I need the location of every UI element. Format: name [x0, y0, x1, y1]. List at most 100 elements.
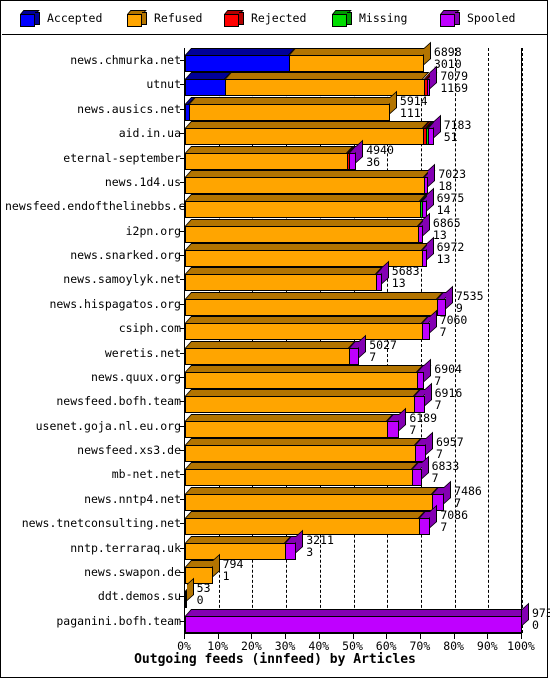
bar-segment-spooled[interactable] — [427, 128, 434, 145]
bar-segment-spooled[interactable] — [422, 323, 430, 340]
x-axis-label: 30% — [274, 639, 296, 653]
legend-item-accepted[interactable]: Accepted — [20, 2, 102, 34]
bar-segment-spooled[interactable] — [349, 348, 360, 365]
bar-top-face — [185, 487, 439, 494]
bar-top-face — [289, 48, 431, 55]
y-axis-label: weretis.net — [104, 346, 181, 361]
bar-segment-refused[interactable] — [185, 396, 415, 413]
bar-side-face — [424, 358, 432, 382]
bar-value-labels: 4940 36 — [366, 144, 394, 168]
bar-segment-spooled[interactable] — [421, 250, 427, 267]
bar-secondary-value: 0 — [532, 618, 539, 632]
bar-segment-refused[interactable] — [185, 201, 420, 218]
bar-segment-refused[interactable] — [185, 469, 413, 486]
chart-row: news.1d4.us 7023 18 — [105, 163, 550, 194]
bar-value-labels: 6957 7 — [436, 436, 464, 460]
legend-label: Accepted — [47, 11, 103, 25]
bar-value-labels: 6865 13 — [433, 217, 461, 241]
bar-segment-refused[interactable] — [185, 226, 419, 243]
legend-item-missing[interactable]: Missing — [332, 2, 407, 34]
bar-value-labels: 794 1 — [223, 558, 244, 582]
chart-row: newsfeed.endofthelinebbs.com 6975 14 — [5, 187, 550, 218]
x-axis-label: 60% — [375, 639, 397, 653]
bar-segment-spooled[interactable] — [387, 421, 400, 438]
bar-top-face — [185, 267, 383, 274]
bar-top-face — [185, 462, 419, 469]
bar-value-labels: 7535 9 — [456, 290, 484, 314]
chart-row: news.samoylyk.net 5683 13 — [63, 260, 550, 291]
bar-segment-spooled[interactable] — [412, 469, 422, 486]
bar-segment-refused[interactable] — [289, 55, 424, 72]
x-axis-label: 20% — [241, 639, 262, 653]
bar-segment-refused[interactable] — [185, 372, 417, 389]
bar-segment-refused[interactable] — [185, 153, 347, 170]
chart-row: utnut 7079 1169 — [146, 65, 550, 96]
y-axis-label: news.swapon.de — [84, 565, 181, 580]
bar-value-labels: 53 0 — [197, 582, 211, 606]
x-axis-label: 50% — [342, 639, 363, 653]
legend-item-refused[interactable]: Refused — [127, 2, 202, 34]
chart-row: i2pn.org 6865 13 — [126, 212, 550, 243]
chart-row: news.quux.org 6904 7 — [91, 358, 550, 389]
bar-secondary-value: 111 — [399, 106, 421, 120]
bar-segment-refused[interactable] — [185, 177, 424, 194]
y-axis-label: news.tnetconsulting.net — [21, 516, 181, 531]
chart-row: ddt.demos.su 53 0 — [98, 577, 550, 608]
bar-top-face — [185, 146, 354, 153]
bar-secondary-value: 36 — [366, 155, 381, 169]
y-axis-label: news.snarked.org — [70, 248, 181, 263]
bar-segment-refused[interactable] — [188, 104, 390, 121]
bar-segment-refused[interactable] — [185, 445, 416, 462]
chart-frame: Accepted Refused Rejected Missing Spooled ne… — [0, 0, 550, 678]
bar-top-face — [185, 121, 430, 128]
bar-top-face — [185, 414, 394, 421]
bar-secondary-value: 7 — [369, 350, 377, 364]
bar-segment-spooled[interactable] — [418, 518, 431, 535]
bar-segment-accepted[interactable] — [185, 55, 290, 72]
y-axis-label: news.nntp4.net — [84, 492, 181, 507]
bar-segment-spooled[interactable] — [376, 274, 382, 291]
chart-row: newsfeed.xs3.de 6957 7 — [77, 431, 550, 462]
chart-row: news.snarked.org 6972 13 — [70, 236, 550, 267]
y-axis-label: news.samoylyk.net — [63, 272, 181, 287]
bar-secondary-value: 13 — [436, 252, 451, 266]
bar-value-labels: 6898 3010 — [434, 46, 462, 70]
bar-value-labels: 6904 7 — [434, 363, 462, 387]
bar-segment-refused[interactable] — [185, 274, 377, 291]
bar-secondary-value: 1 — [222, 569, 230, 583]
bar-secondary-value: 7 — [431, 471, 439, 485]
y-axis-label: i2pn.org — [125, 224, 181, 239]
bar-side-face — [359, 334, 367, 358]
chart-row: news.nntp4.net 7486 7 — [84, 480, 550, 511]
legend-label: Rejected — [251, 11, 307, 25]
chart-legend: Accepted Refused Rejected Missing Spooled — [2, 2, 548, 35]
bar-side-face — [423, 41, 431, 65]
bar-segment-refused[interactable] — [185, 348, 350, 365]
legend-label: Refused — [154, 11, 203, 25]
y-axis-label: newsfeed.xs3.de — [77, 443, 181, 458]
bar-value-labels: 6916 7 — [435, 387, 463, 411]
bar-value-labels: 6972 13 — [437, 241, 465, 265]
legend-item-spooled[interactable]: Spooled — [440, 2, 515, 34]
chart-row: usenet.goja.nl.eu.org 6189 7 — [36, 407, 550, 438]
bar-segment-refused[interactable] — [185, 494, 433, 511]
bar-secondary-value: 0 — [196, 593, 204, 607]
bar-secondary-value: 3 — [306, 545, 314, 559]
bar-segment-spooled[interactable] — [185, 616, 522, 633]
y-axis-label: newsfeed.bofh.team — [56, 394, 181, 409]
bar-value-labels: 6833 7 — [432, 460, 460, 484]
x-axis-label: 80% — [443, 639, 464, 653]
cube-icon — [20, 9, 40, 27]
bar-secondary-value: 7 — [434, 398, 442, 412]
bar-segment-spooled[interactable] — [284, 543, 297, 560]
bar-value-labels: 6975 14 — [437, 192, 465, 216]
bar-segment-accepted[interactable] — [185, 79, 226, 96]
bar-segment-refused[interactable] — [185, 421, 388, 438]
bar-value-labels: 7060 7 — [440, 314, 468, 338]
bar-value-labels: 7183 51 — [444, 119, 472, 143]
legend-item-rejected[interactable]: Rejected — [224, 2, 306, 34]
chart-row: news.chmurka.net 6898 3010 — [70, 41, 550, 72]
chart-row: csiph.com 7060 7 — [119, 309, 550, 340]
bar-side-face — [444, 480, 452, 504]
bar-segment-refused[interactable] — [185, 299, 438, 316]
